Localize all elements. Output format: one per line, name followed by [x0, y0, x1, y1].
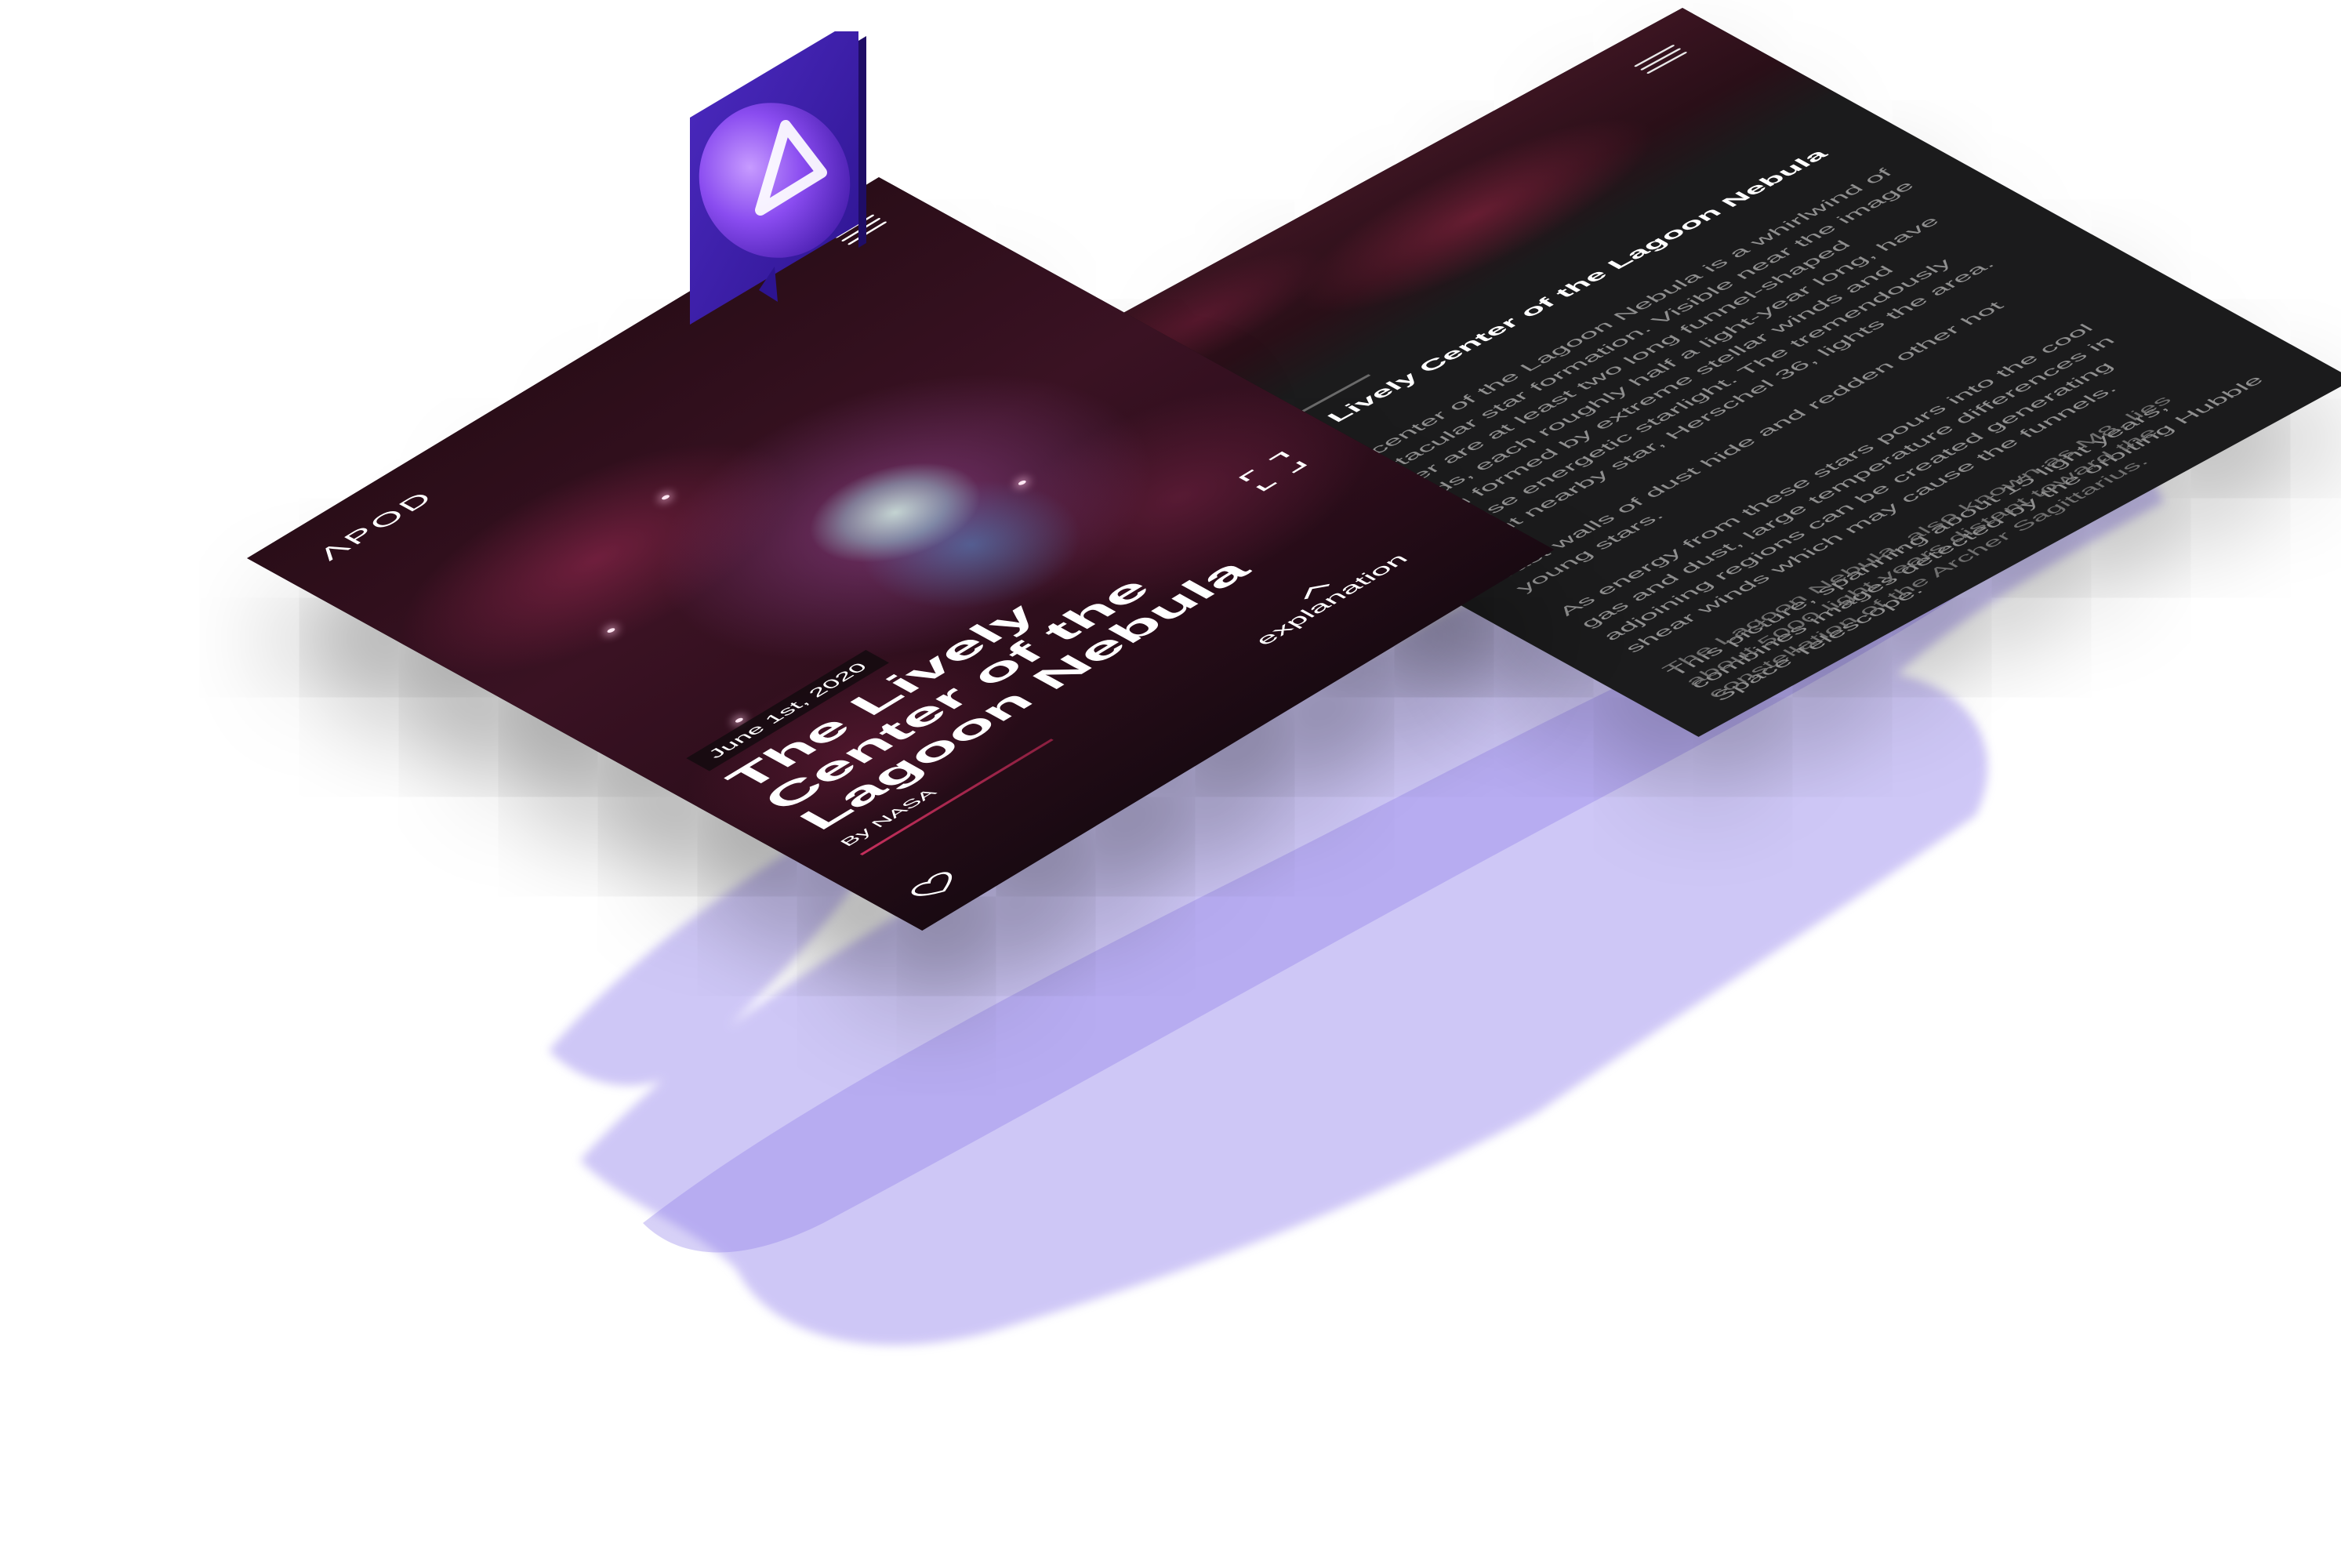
apod-triangle-app-icon[interactable]: [674, 17, 870, 329]
mockup-stage: The Lively Center of the Lagoon Nebula T…: [0, 0, 2341, 1568]
